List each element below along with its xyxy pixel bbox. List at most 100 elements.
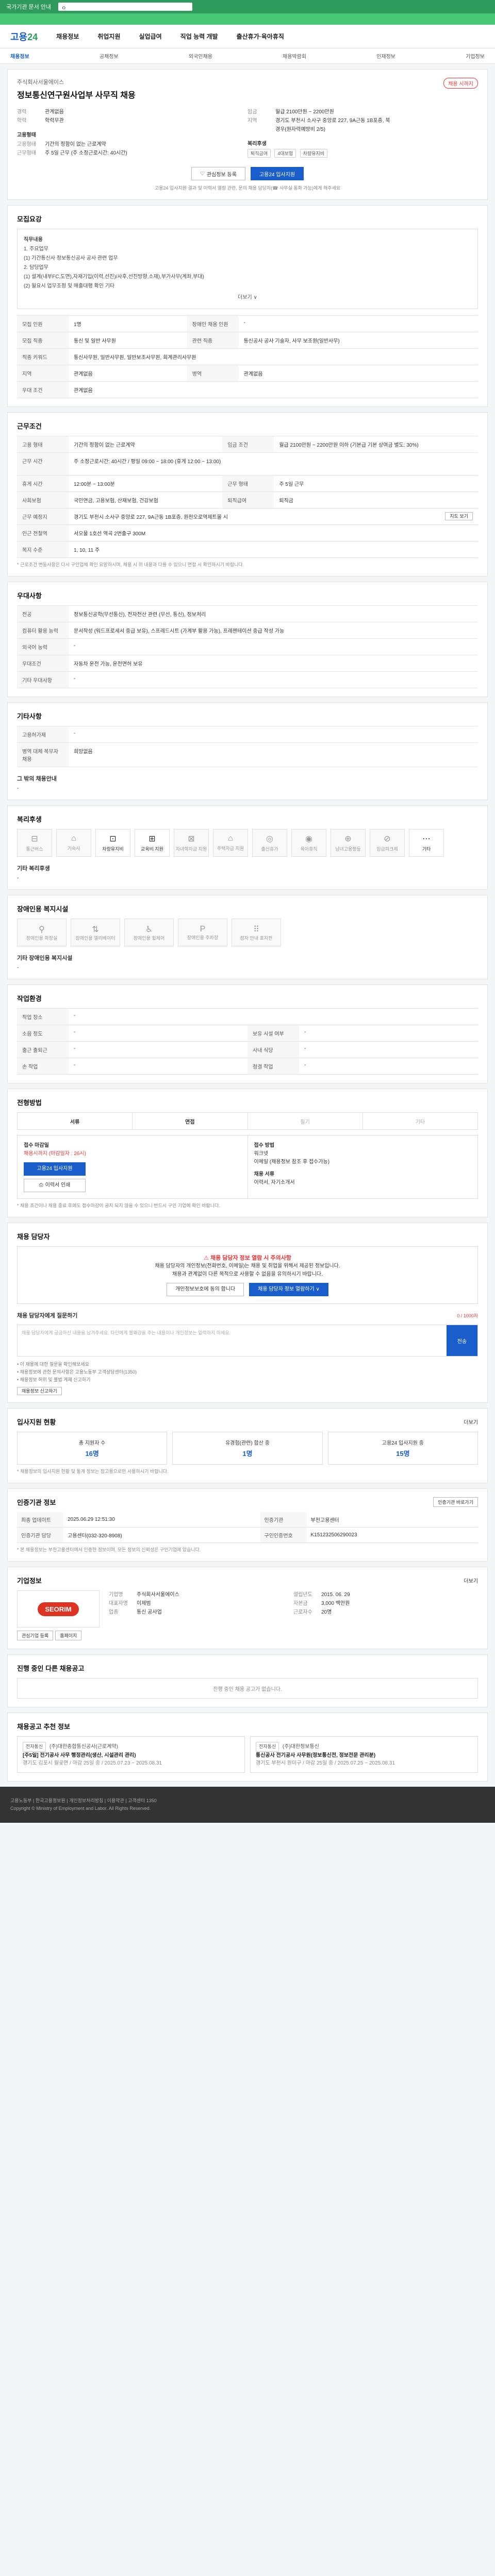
cell: 부천고용센터 [306,1512,478,1528]
cell: - [69,1025,248,1042]
like-company-button[interactable]: 관심기업 등록 [17,1631,54,1640]
card-label: 장애인용 엘리베이터 [75,935,116,941]
kv-value: 경기도 부천시 소사구 중앙로 227, 9A근동 1B포층, 북 [275,118,390,124]
agency-link-button[interactable]: 인증기관 바로가기 [433,1497,478,1507]
cell: 관계없음 [69,381,478,398]
prefer-table: 전공 정보통신공학(무선통신), 전자전산 관련 (무선, 통신), 정보처리 컴… [17,605,478,688]
qna-count: 0 / 1000자 [457,1313,478,1318]
gnb-support[interactable]: 취업지원 [97,32,120,41]
table-row: 우대 조건 관계없음 [17,381,478,398]
cell-head: 고용 형태 [17,436,69,453]
logo-text: 고용 [10,31,28,42]
welfare-card: ⊘ 임금피크제 [370,829,405,857]
table-row: 출근 출퇴근 - 사내 식당 - [17,1041,478,1058]
braille-icon: ⠿ [253,925,259,934]
qna-send-button[interactable]: 전송 [447,1325,477,1356]
company-name[interactable]: 주식회사서울에이스 [17,78,136,86]
cell: 주 소정근로시간: 40시간 / 평일 09:00 ~ 18:00 (휴게 12… [69,452,478,476]
kv-key: 경력 [17,109,27,115]
stat-value: 15명 [396,1450,410,1458]
table-row: 손 작업 - 청결 작업 - [17,1058,478,1075]
cell: 서오물 1호선 역곡 2번출구 300M [69,524,478,541]
method-line: 이력서, 자기소개서 [254,1180,295,1185]
gnb-leave[interactable]: 출산휴가·육아휴직 [237,32,284,41]
kv-key: 자본금 [293,1601,308,1606]
print-resume-button[interactable]: ⎙ 이력서 인쇄 [24,1179,86,1192]
sub-title: 기타 장애인용 복지시설 [17,955,73,961]
kv-value: 20명 [321,1609,332,1615]
welfare-card: ⊠ 자녀학자금 지원 [174,829,209,857]
view-contact-button[interactable]: 채용 담당자 정보 열람하기 ∨ [249,1283,328,1296]
subnav-foreign[interactable]: 외국인채용 [189,52,212,60]
section-title: 채용 담당자 [17,1233,50,1241]
method-title: 접수 방법 [254,1143,275,1148]
print-label: 이력서 인쇄 [45,1182,71,1188]
save-interest-button[interactable]: ♡ 관심정보 등록 [191,167,245,180]
stats-more-link[interactable]: 더보기 [464,1418,478,1426]
parking-icon: P [200,924,206,934]
welfare-card: ⊞ 교육비 지원 [135,829,170,857]
cell: 정보통신공학(무선통신), 전자전산 관련 (무선, 통신), 정보처리 [69,605,478,622]
cell-head: 우대 조건 [17,381,69,398]
toilet-icon: ⚲ [39,925,45,934]
more-button[interactable]: 더보기 ∨ [24,293,471,302]
table-row: 우대조건 자동차 운전 가능, 운전면허 보유 [17,655,478,672]
qna-input[interactable]: 채용 담당자에게 궁금하신 내용을 남겨주세요. 타인에게 불쾌감을 주는 내용… [18,1325,447,1356]
gnb-jobs[interactable]: 채용정보 [56,32,79,41]
top-search-input[interactable]: ㅇ [58,3,193,11]
sub-nav: 채용정보 공채정보 외국인채용 채용박람회 인재정보 기업정보 [0,48,495,64]
cell-head: 청결 작업 [248,1058,299,1075]
contact-note: • 이 채용에 대한 질문을 확인해보세요 [17,1362,89,1367]
corp-section: 기업정보 더보기 SEORIM 관심기업 등록 홈페이지 기업명 주식회사서울에이… [7,1567,488,1649]
subnav-public[interactable]: 공채정보 [100,52,119,60]
subnav-fair[interactable]: 채용박람회 [283,52,306,60]
agree-privacy-button[interactable]: 개인정보보호에 동의 합니다 [167,1283,244,1296]
cell-head: 소음 정도 [17,1025,69,1042]
logo[interactable]: 고용24 [10,30,38,43]
welfare-card: ⌂ 주택자금 지원 [213,829,248,857]
welfare-icon: ◉ [305,835,312,843]
table-row: 휴게 시간 12:00분 ~ 13:00분 근무 형태 주 5일 근무 [17,475,478,492]
job-title: 정보통신연구원사업부 사무직 채용 [17,91,136,100]
footer: 고용노동부 | 한국고용정보원 | 개인정보처리방침 | 이용약관 | 고객센터… [0,1787,495,1823]
warn-line: 채용과 관계없이 다른 목적으로 사용할 수 없음을 유의하시기 바랍니다. [172,1272,323,1277]
table-row: 전공 정보통신공학(무선통신), 전자전산 관련 (무선, 통신), 정보처리 [17,605,478,622]
subnav-company[interactable]: 기업정보 [466,52,485,60]
cell: 관계없음 [69,365,187,382]
welfare-icon: ⊕ [344,835,352,843]
recruit-section: 모집요강 직무내용 1. 주요업무 (1) 기간통신사 정보통신공사 공사 관련… [7,205,488,407]
cell-head: 전공 [17,605,69,622]
gnb-training[interactable]: 직업 능력 개발 [180,32,218,41]
subnav-jobs[interactable]: 채용정보 [10,52,29,60]
disability-card: ⇅ 장애인용 엘리베이터 [71,919,120,946]
section-title: 채용공고 추천 정보 [17,1723,70,1731]
company-logo: SEORIM [17,1590,100,1628]
report-button[interactable]: 채용정보 신고하기 [17,1387,62,1395]
cell: - [69,638,478,655]
stat-value: 1명 [242,1450,253,1458]
rec-company: (주)대한정보통신 [282,1744,319,1750]
table-row: 컴퓨터 활용 능력 문서작성 (워드프로세서 중급 보유), 스프레드시트 (가계… [17,622,478,639]
welfare-label: 출산휴가 [261,846,278,852]
cell-head: 인근 전철역 [17,524,69,541]
section-title: 작업환경 [17,995,42,1003]
welfare-label: 통근버스 [26,846,43,852]
homepage-button[interactable]: 홈페이지 [55,1631,82,1640]
kv-key: 근로자수 [293,1609,312,1615]
subnav-talent[interactable]: 인재정보 [376,52,395,60]
rec-card[interactable]: 전자통신 (주)대한종합통신공사(근로계약) [주5일] 전기공사 사무 행정관… [17,1736,245,1773]
apply-button-2[interactable]: 고용24 입사지원 [24,1162,86,1176]
rec-card[interactable]: 전자통신 (주)대한정보통신 통신공사 전기공사 사무원(정보통신전, 정보전문… [250,1736,478,1773]
cell-head: 장애인 채용 인원 [187,315,239,332]
rec-detail: 경기도 부천시 원미구 / 마감 25일 중 / 2025.07.25 ~ 20… [256,1760,395,1766]
rec-title: [주5일] 전기공사 사무 행정관리(생산, 시설관리 관리) [23,1753,136,1758]
workenv-section: 작업환경 작업 장소 - 소음 정도 - 보유 시설 여부 - 출근 출퇴근 - 사내 식당… [7,985,488,1083]
apply-note: 고용24 입사지원 결과 및 이력서 열람 관련, 문의 채용 담당자(☎ 사무… [154,185,341,191]
corp-more-link[interactable]: 더보기 [464,1577,478,1584]
gnb-unemployment[interactable]: 실업급여 [139,32,162,41]
cell: - [299,1058,478,1075]
map-button[interactable]: 지도 보기 [445,512,473,520]
apply-button[interactable]: 고용24 입사지원 [250,167,304,180]
table-row: 최종 업데이트 2025.06.29 12:51:30 인증기관 부천고용센터 [17,1512,478,1528]
cell-head: 근무 형태 [222,475,274,492]
